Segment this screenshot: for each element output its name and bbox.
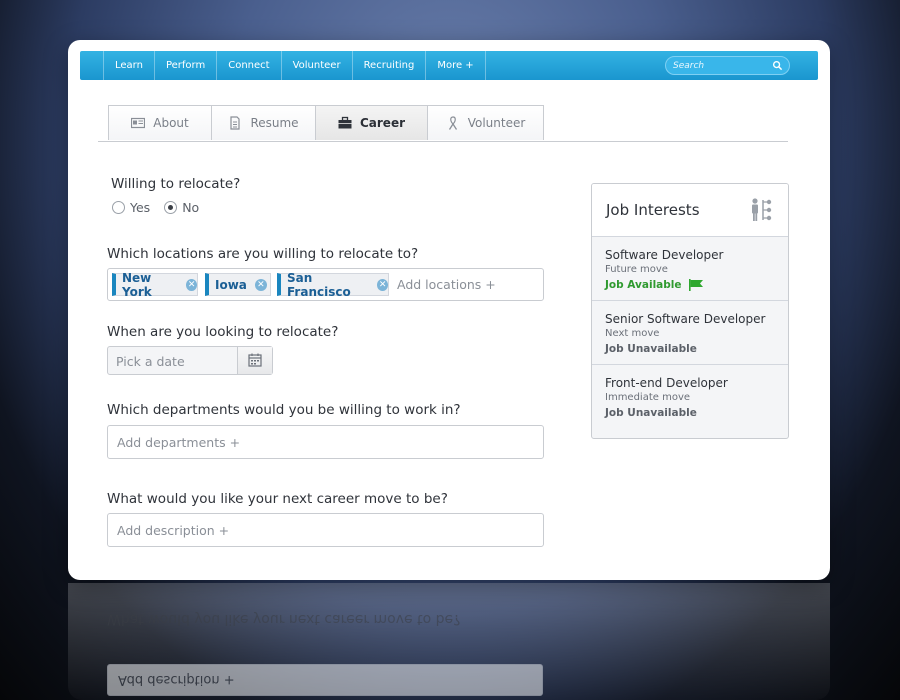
job-title: Front-end Developer [605, 376, 728, 390]
job-item-front-end-developer[interactable]: Front-end Developer Immediate move Job U… [592, 365, 788, 429]
calendar-button[interactable] [237, 347, 272, 374]
tab-volunteer-label: Volunteer [467, 116, 526, 130]
nav-menu: Learn Perform Connect Volunteer Recruiti… [103, 51, 486, 80]
radio-yes[interactable] [112, 201, 125, 214]
when-question: When are you looking to relocate? [107, 324, 339, 340]
job-item-senior-software-developer[interactable]: Senior Software Developer Next move Job … [592, 301, 788, 365]
nav-item-perform[interactable]: Perform [155, 51, 218, 80]
job-item-software-developer[interactable]: Software Developer Future move Job Avail… [592, 237, 788, 301]
profile-card: Learn Perform Connect Volunteer Recruiti… [68, 40, 830, 580]
job-subtitle: Future move [605, 264, 668, 275]
locations-question: Which locations are you willing to reloc… [107, 246, 419, 262]
remove-chip-icon[interactable]: ✕ [377, 278, 388, 291]
date-input[interactable] [116, 353, 234, 369]
locations-field[interactable]: New York ✕ Iowa ✕ San Francisco ✕ Add lo… [107, 268, 544, 301]
tab-career-label: Career [359, 116, 406, 130]
location-chip-label: San Francisco [287, 270, 351, 299]
radio-no[interactable] [164, 201, 178, 214]
relocate-options: Yes No [112, 200, 213, 215]
career-path-icon [752, 198, 772, 221]
tabs-divider [98, 141, 788, 142]
remove-chip-icon[interactable]: ✕ [254, 278, 267, 291]
radio-no-label: No [182, 200, 200, 215]
top-navbar: Learn Perform Connect Volunteer Recruiti… [80, 51, 818, 80]
career-input[interactable] [117, 522, 517, 538]
remove-chip-icon[interactable]: ✕ [186, 278, 197, 291]
search-box [665, 56, 790, 75]
tab-about-label: About [153, 116, 189, 130]
career-question: What would you like your next career mov… [107, 491, 448, 507]
id-card-icon [131, 117, 146, 129]
profile-tabs: About Resume Career Volunteer [108, 105, 544, 141]
date-picker [107, 346, 273, 375]
tab-resume[interactable]: Resume [212, 105, 316, 140]
nav-item-connect[interactable]: Connect [217, 51, 282, 80]
card-reflection: What would you like your next career mov… [68, 583, 830, 700]
relocate-question: Willing to relocate? [111, 176, 241, 192]
location-chip: San Francisco ✕ [277, 270, 389, 299]
location-chip: New York ✕ [112, 270, 198, 299]
nav-item-recruiting[interactable]: Recruiting [353, 51, 427, 80]
job-status: Job Available [605, 279, 704, 291]
tab-about[interactable]: About [108, 105, 212, 140]
tab-resume-label: Resume [250, 116, 299, 130]
job-subtitle: Next move [605, 328, 660, 339]
add-locations-link[interactable]: Add locations + [397, 277, 496, 292]
departments-input[interactable] [117, 434, 517, 450]
document-icon [230, 116, 241, 130]
job-status-label: Job Unavailable [605, 343, 697, 355]
departments-field [107, 425, 544, 459]
job-subtitle: Immediate move [605, 392, 691, 403]
job-interests-header: Job Interests [592, 184, 788, 237]
reflection-career-question: What would you like your next career mov… [107, 611, 461, 627]
job-title: Software Developer [605, 248, 724, 262]
tab-career[interactable]: Career [316, 105, 428, 140]
flag-icon [688, 279, 703, 291]
job-status-label: Job Unavailable [605, 407, 697, 419]
ribbon-icon [448, 116, 457, 130]
radio-yes-label: Yes [130, 200, 151, 215]
reflection-career-input: Add description + [107, 664, 543, 696]
job-status-label: Job Available [605, 279, 682, 291]
departments-question: Which departments would you be willing t… [107, 402, 461, 418]
location-chip: Iowa ✕ [205, 273, 271, 296]
nav-item-more[interactable]: More + [426, 51, 486, 80]
search-icon[interactable] [772, 60, 783, 71]
job-status: Job Unavailable [605, 407, 697, 419]
location-chip-label: New York [122, 270, 152, 299]
briefcase-icon [338, 116, 352, 129]
location-chip-label: Iowa [215, 277, 247, 292]
search-input[interactable] [673, 57, 769, 74]
job-status: Job Unavailable [605, 343, 697, 355]
nav-item-volunteer[interactable]: Volunteer [282, 51, 353, 80]
job-interests-panel: Job Interests Software Developer Future … [591, 183, 789, 439]
job-interests-title: Job Interests [606, 201, 700, 219]
nav-item-learn[interactable]: Learn [103, 51, 155, 80]
career-field [107, 513, 544, 547]
job-title: Senior Software Developer [605, 312, 766, 326]
tab-volunteer[interactable]: Volunteer [428, 105, 544, 140]
calendar-icon [248, 353, 262, 367]
